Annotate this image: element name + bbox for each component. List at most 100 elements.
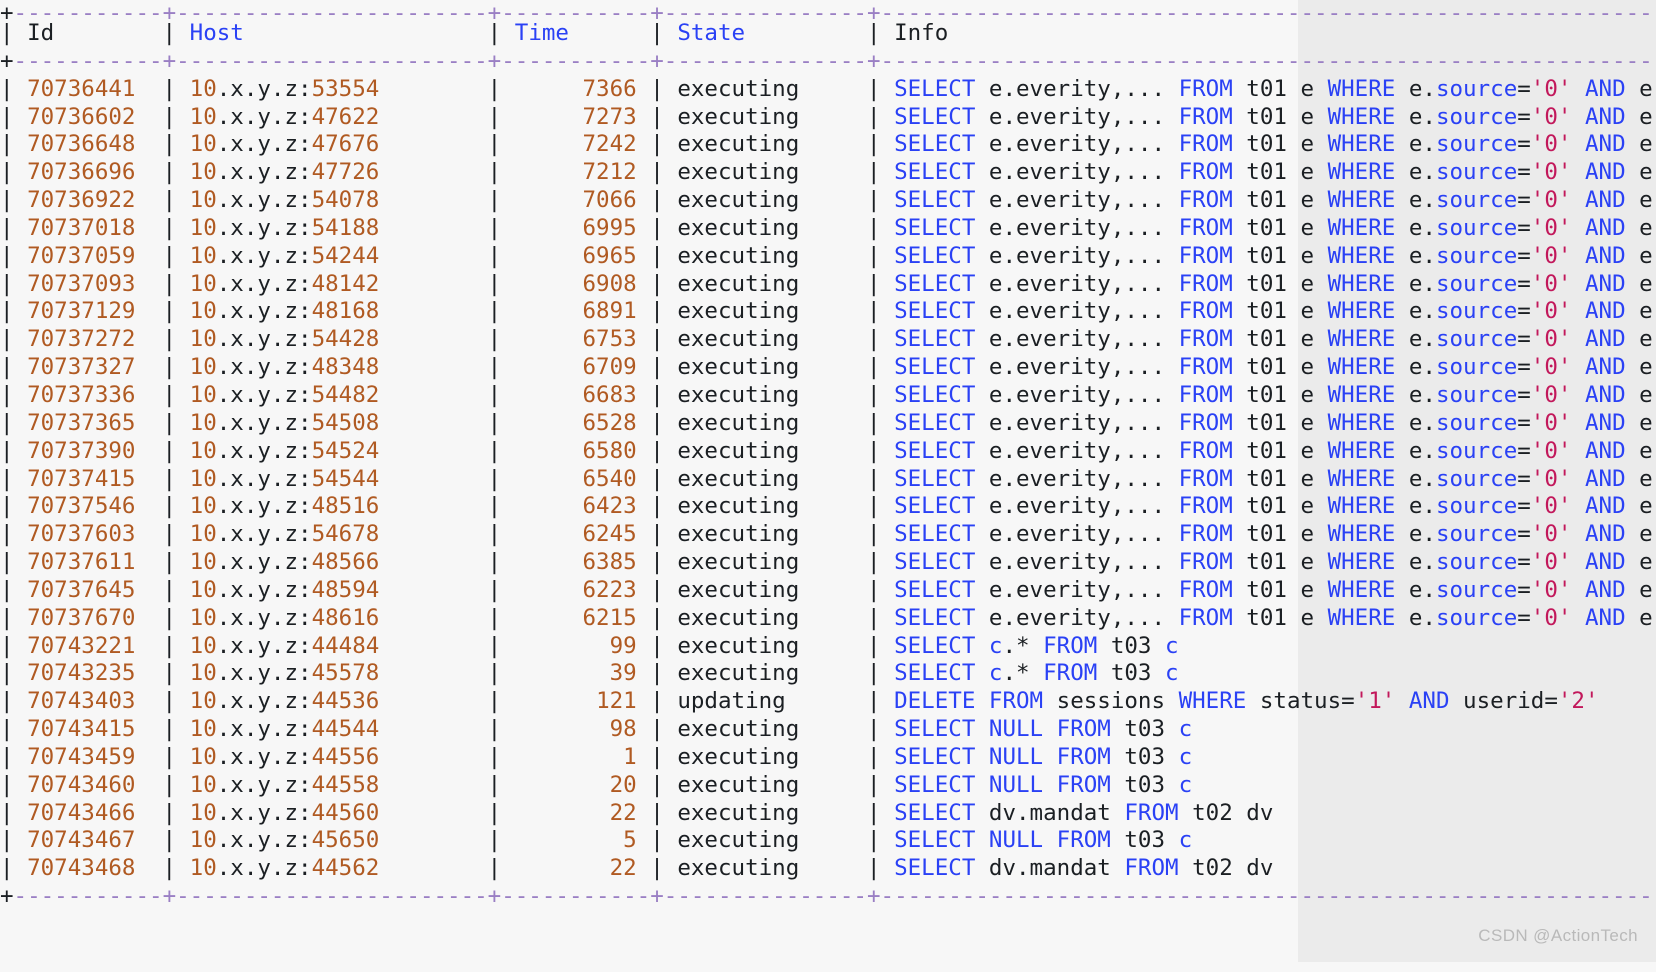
pad	[135, 104, 149, 130]
sql-token: source	[1436, 131, 1517, 157]
table-row[interactable]: | 70737546 | 10.x.y.z:48516 | 6423 | exe…	[0, 493, 1656, 521]
cell-info-sql: SELECT e.everity,... FROM t01 e WHERE e.…	[894, 243, 1656, 269]
sql-token: '0'	[1531, 438, 1572, 464]
sql-token: e.	[1395, 549, 1436, 575]
table-row[interactable]: | 70736602 | 10.x.y.z:47622 | 7273 | exe…	[0, 104, 1656, 132]
sql-token: AND	[1585, 438, 1626, 464]
column-separator: |	[637, 410, 678, 436]
table-row[interactable]: | 70737390 | 10.x.y.z:54524 | 6580 | exe…	[0, 438, 1656, 466]
table-row[interactable]: | 70737645 | 10.x.y.z:48594 | 6223 | exe…	[0, 577, 1656, 605]
column-separator: |	[474, 605, 515, 631]
table-row[interactable]: | 70743415 | 10.x.y.z:44544 | 98 | execu…	[0, 716, 1656, 744]
table-bottom-border: +-----------+-----------------------+---…	[0, 883, 1656, 911]
cell-host-ip: 10	[190, 131, 217, 157]
column-separator: |	[149, 215, 190, 241]
table-row[interactable]: | 70737603 | 10.x.y.z:54678 | 6245 | exe…	[0, 521, 1656, 549]
cell-info-sql: SELECT dv.mandat FROM t02 dv	[894, 800, 1273, 826]
table-row[interactable]: | 70736441 | 10.x.y.z:53554 | 7366 | exe…	[0, 76, 1656, 104]
column-separator-trailing: |	[1640, 549, 1656, 577]
column-separator: |	[149, 466, 190, 492]
sql-token: source	[1436, 159, 1517, 185]
cell-host-port: 44556	[312, 744, 380, 770]
sql-token: '0'	[1531, 605, 1572, 631]
table-row[interactable]: | 70737129 | 10.x.y.z:48168 | 6891 | exe…	[0, 298, 1656, 326]
sql-token: e.everity,...	[975, 76, 1178, 102]
rule-corner: +	[867, 48, 881, 74]
sql-token: source	[1436, 521, 1517, 547]
sql-token: AND	[1409, 688, 1450, 714]
column-separator: |	[149, 76, 190, 102]
column-separator: |	[853, 577, 894, 603]
pad	[379, 466, 474, 492]
table-row[interactable]: | 70743468 | 10.x.y.z:44562 | 22 | execu…	[0, 855, 1656, 883]
table-row[interactable]: | 70737018 | 10.x.y.z:54188 | 6995 | exe…	[0, 215, 1656, 243]
table-row[interactable]: | 70737365 | 10.x.y.z:54508 | 6528 | exe…	[0, 410, 1656, 438]
sql-token: WHERE	[1328, 549, 1396, 575]
table-top-border: +-----------+-----------------------+---…	[0, 0, 1656, 20]
table-row[interactable]: | 70736922 | 10.x.y.z:54078 | 7066 | exe…	[0, 187, 1656, 215]
cell-host-ip: 10	[190, 271, 217, 297]
cell-host-port: 54188	[312, 215, 380, 241]
column-separator: |	[474, 633, 515, 659]
cell-info-sql: SELECT e.everity,... FROM t01 e WHERE e.…	[894, 493, 1656, 519]
column-separator: |	[474, 271, 515, 297]
sql-token: =	[1517, 76, 1531, 102]
column-separator: |	[149, 521, 190, 547]
table-row[interactable]: | 70737327 | 10.x.y.z:48348 | 6709 | exe…	[0, 354, 1656, 382]
sql-token	[1571, 382, 1585, 408]
pad	[135, 660, 149, 686]
cell-host-ip: 10	[190, 549, 217, 575]
sql-token: t01 e	[1233, 104, 1328, 130]
sql-token: '1'	[1355, 688, 1396, 714]
cell-host-mask: .x.y.z:	[217, 800, 312, 826]
column-separator: |	[149, 382, 190, 408]
column-separator: |	[0, 855, 27, 881]
cell-host-ip: 10	[190, 605, 217, 631]
cell-id: 70743467	[27, 827, 135, 853]
cell-time: 6580	[583, 438, 637, 464]
cell-host-port: 54508	[312, 410, 380, 436]
pad	[379, 744, 474, 770]
table-row[interactable]: | 70743235 | 10.x.y.z:45578 | 39 | execu…	[0, 660, 1656, 688]
pad	[515, 688, 596, 714]
column-separator: |	[474, 326, 515, 352]
table-row[interactable]: | 70743403 | 10.x.y.z:44536 | 121 | upda…	[0, 688, 1656, 716]
cell-host-mask: .x.y.z:	[217, 354, 312, 380]
table-row[interactable]: | 70737336 | 10.x.y.z:54482 | 6683 | exe…	[0, 382, 1656, 410]
cell-id: 70736441	[27, 76, 135, 102]
cell-info-sql: SELECT e.everity,... FROM t01 e WHERE e.…	[894, 354, 1656, 380]
cell-info-sql: SELECT e.everity,... FROM t01 e WHERE e.…	[894, 159, 1656, 185]
table-row[interactable]: | 70743467 | 10.x.y.z:45650 | 5 | execut…	[0, 827, 1656, 855]
cell-host-mask: .x.y.z:	[217, 159, 312, 185]
cell-state: executing	[677, 493, 853, 519]
table-row[interactable]: | 70737670 | 10.x.y.z:48616 | 6215 | exe…	[0, 605, 1656, 633]
table-row[interactable]: | 70737415 | 10.x.y.z:54544 | 6540 | exe…	[0, 466, 1656, 494]
table-row[interactable]: | 70743466 | 10.x.y.z:44560 | 22 | execu…	[0, 800, 1656, 828]
table-row[interactable]: | 70736648 | 10.x.y.z:47676 | 7242 | exe…	[0, 131, 1656, 159]
sql-token: SELECT	[894, 466, 975, 492]
sql-token: t01 e	[1233, 131, 1328, 157]
table-row[interactable]: | 70737272 | 10.x.y.z:54428 | 6753 | exe…	[0, 326, 1656, 354]
table-row[interactable]: | 70743460 | 10.x.y.z:44558 | 20 | execu…	[0, 772, 1656, 800]
sql-token: e.	[1395, 298, 1436, 324]
cell-id: 70736648	[27, 131, 135, 157]
sql-token: WHERE	[1328, 493, 1396, 519]
rule-dashes: ----------------------------------------…	[881, 883, 1656, 909]
column-separator: |	[853, 298, 894, 324]
sql-token: FROM	[1179, 131, 1233, 157]
table-row[interactable]: | 70743221 | 10.x.y.z:44484 | 99 | execu…	[0, 633, 1656, 661]
terminal-output[interactable]: +-----------+-----------------------+---…	[0, 0, 1656, 911]
table-row[interactable]: | 70737093 | 10.x.y.z:48142 | 6908 | exe…	[0, 271, 1656, 299]
column-separator: |	[0, 187, 27, 213]
table-row[interactable]: | 70736696 | 10.x.y.z:47726 | 7212 | exe…	[0, 159, 1656, 187]
table-row[interactable]: | 70743459 | 10.x.y.z:44556 | 1 | execut…	[0, 744, 1656, 772]
table-row[interactable]: | 70737059 | 10.x.y.z:54244 | 6965 | exe…	[0, 243, 1656, 271]
cell-host-port: 48594	[312, 577, 380, 603]
sql-token: FROM	[1057, 716, 1111, 742]
cell-time: 22	[610, 855, 637, 881]
cell-host-ip: 10	[190, 104, 217, 130]
table-row[interactable]: | 70737611 | 10.x.y.z:48566 | 6385 | exe…	[0, 549, 1656, 577]
cell-time: 1	[623, 744, 637, 770]
column-separator: |	[0, 549, 27, 575]
column-separator: |	[637, 354, 678, 380]
